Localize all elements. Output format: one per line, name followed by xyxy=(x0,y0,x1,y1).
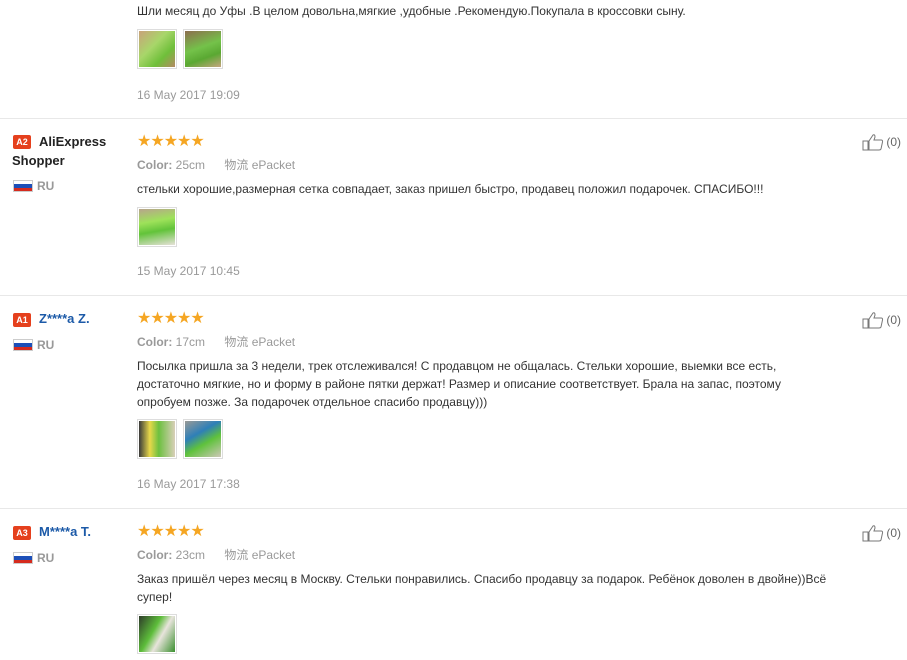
shipping-value: ePacket xyxy=(251,548,296,562)
color-label: Color: xyxy=(137,335,173,349)
helpful-count: (0) xyxy=(886,526,901,540)
review-date: 16 May 2017 19:09 xyxy=(137,88,240,102)
flag-icon xyxy=(13,180,33,192)
review-photos xyxy=(137,207,177,247)
star-rating: ★★★★★ xyxy=(137,310,205,327)
shipping-value: ePacket xyxy=(251,335,296,349)
review-photo[interactable] xyxy=(183,29,223,69)
review-photo[interactable] xyxy=(137,419,177,459)
buyer-name: AliExpress xyxy=(39,134,107,149)
buyer-level-badge: A1 xyxy=(13,313,31,327)
star-rating: ★★★★★ xyxy=(137,523,205,540)
color-value: 23cm xyxy=(175,548,206,562)
review-photos xyxy=(137,29,223,69)
review-photos xyxy=(137,614,177,654)
review-photo[interactable] xyxy=(183,419,223,459)
shipping-value: ePacket xyxy=(251,158,296,172)
helpful-button[interactable]: (0) xyxy=(862,524,901,542)
shipping-label: 物流 xyxy=(224,158,249,172)
review-text-line: опробуем позже. За подарочек отдельное с… xyxy=(137,395,488,409)
divider xyxy=(0,118,907,119)
order-info: Color: 17cm 物流 ePacket xyxy=(137,333,295,350)
buyer-level-badge: A2 xyxy=(13,135,31,149)
thumbs-up-icon xyxy=(862,525,884,542)
review-text: стельки хорошие,размерная сетка совпадае… xyxy=(137,182,764,196)
review-text-line: Заказ пришёл через месяц в Москву. Стель… xyxy=(137,572,827,586)
buyer-country: RU xyxy=(37,551,55,565)
helpful-count: (0) xyxy=(886,313,901,327)
color-label: Color: xyxy=(137,548,173,562)
flag-icon xyxy=(13,339,33,351)
review-date: 15 May 2017 10:45 xyxy=(137,264,240,278)
review-photos xyxy=(137,419,223,459)
buyer-name-line2: Shopper xyxy=(12,153,65,168)
color-value: 17cm xyxy=(175,335,206,349)
review-text: Посылка пришла за 3 недели, трек отслежи… xyxy=(137,357,897,411)
thumbs-up-icon xyxy=(862,312,884,329)
order-info: Color: 25cm 物流 ePacket xyxy=(137,156,295,173)
buyer-level-badge: A3 xyxy=(13,526,31,540)
review-date: 16 May 2017 17:38 xyxy=(137,477,240,491)
review-text-line: Посылка пришла за 3 недели, трек отслежи… xyxy=(137,359,777,373)
review-text: Шли месяц до Уфы .В целом довольна,мягки… xyxy=(137,4,686,18)
color-label: Color: xyxy=(137,158,173,172)
review-text: Заказ пришёл через месяц в Москву. Стель… xyxy=(137,570,897,606)
order-info: Color: 23cm 物流 ePacket xyxy=(137,546,295,563)
review-text-line: достаточно мягкие, но и форму в районе п… xyxy=(137,377,781,391)
review-text-line: супер! xyxy=(137,590,173,604)
shipping-label: 物流 xyxy=(224,548,249,562)
review-photo[interactable] xyxy=(137,614,177,654)
buyer-country: RU xyxy=(37,338,55,352)
helpful-button[interactable]: (0) xyxy=(862,133,901,151)
buyer-name[interactable]: Z****a Z. xyxy=(39,309,90,328)
buyer-name[interactable]: M****a T. xyxy=(39,522,91,541)
review-photo[interactable] xyxy=(137,207,177,247)
helpful-count: (0) xyxy=(886,135,901,149)
divider xyxy=(0,508,907,509)
star-rating: ★★★★★ xyxy=(137,133,205,150)
shipping-label: 物流 xyxy=(224,335,249,349)
divider xyxy=(0,295,907,296)
flag-icon xyxy=(13,552,33,564)
buyer-country: RU xyxy=(37,179,55,193)
helpful-button[interactable]: (0) xyxy=(862,311,901,329)
thumbs-up-icon xyxy=(862,134,884,151)
color-value: 25cm xyxy=(175,158,206,172)
review-photo[interactable] xyxy=(137,29,177,69)
